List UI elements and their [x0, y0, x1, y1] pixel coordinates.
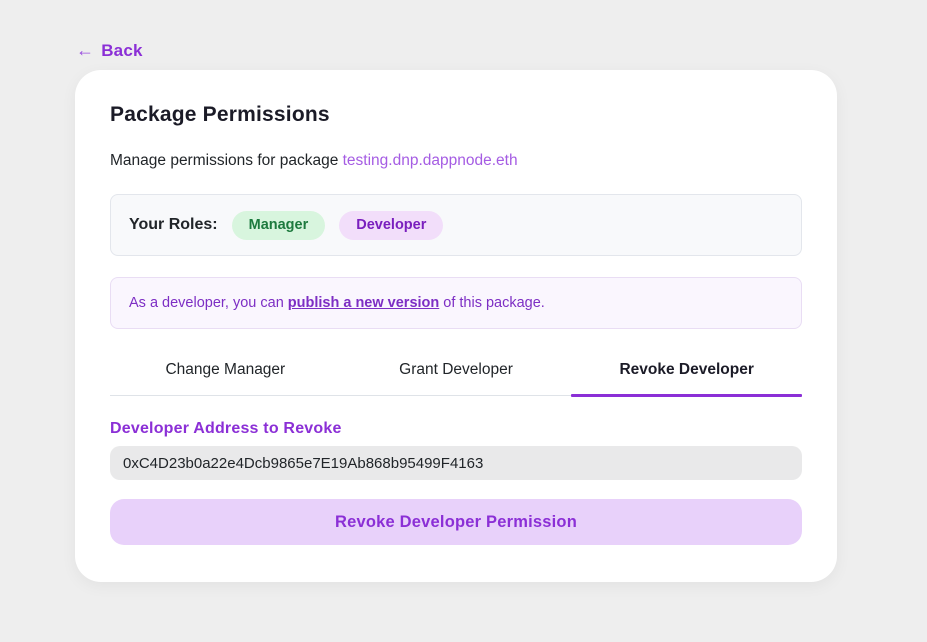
- back-link-label: Back: [101, 41, 142, 61]
- role-badge-developer: Developer: [339, 211, 443, 240]
- info-text-after: of this package.: [443, 295, 545, 311]
- tab-change-manager[interactable]: Change Manager: [110, 351, 341, 395]
- revoke-developer-permission-button[interactable]: Revoke Developer Permission: [110, 499, 802, 545]
- package-permissions-card: Package Permissions Manage permissions f…: [75, 70, 837, 582]
- tab-revoke-developer[interactable]: Revoke Developer: [571, 351, 802, 395]
- tab-grant-developer[interactable]: Grant Developer: [341, 351, 572, 395]
- back-link[interactable]: ← Back: [76, 40, 143, 61]
- publish-new-version-link[interactable]: publish a new version: [288, 295, 439, 311]
- page: ← Back Package Permissions Manage permis…: [0, 0, 927, 642]
- role-badge-manager: Manager: [232, 211, 326, 240]
- roles-label: Your Roles:: [129, 216, 218, 234]
- developer-address-input[interactable]: [110, 446, 802, 480]
- back-arrow-icon: ←: [76, 40, 94, 61]
- developer-info-banner: As a developer, you can publish a new ve…: [110, 277, 802, 329]
- developer-address-label: Developer Address to Revoke: [110, 420, 802, 438]
- info-text-before: As a developer, you can: [129, 295, 284, 311]
- subtitle-text: Manage permissions for package: [110, 152, 343, 169]
- subtitle: Manage permissions for package testing.d…: [110, 152, 802, 170]
- package-name-link[interactable]: testing.dnp.dappnode.eth: [343, 152, 518, 169]
- roles-box: Your Roles: Manager Developer: [110, 194, 802, 256]
- tab-bar: Change Manager Grant Developer Revoke De…: [110, 351, 802, 396]
- page-title: Package Permissions: [110, 103, 802, 127]
